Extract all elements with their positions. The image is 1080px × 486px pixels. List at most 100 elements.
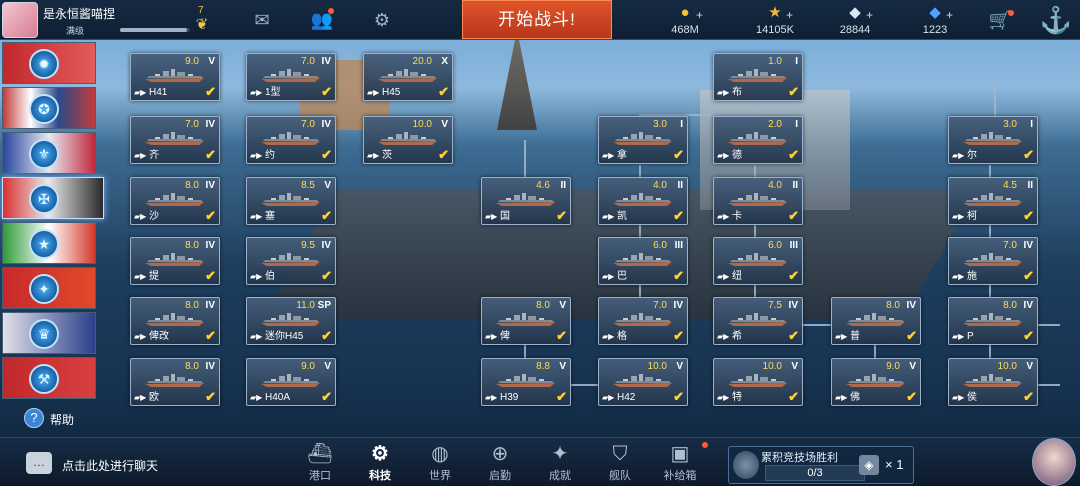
ship-card-sha[interactable]: 8.0 IV ▰▶ 沙 ✔ — [130, 177, 220, 225]
settings-gear-icon[interactable]: ⚙ — [370, 9, 394, 31]
nation-emblem-icon: ✹ — [29, 49, 59, 79]
researched-check-icon: ✔ — [1023, 328, 1034, 343]
ship-type-icon: ▰▶ — [250, 272, 263, 281]
ship-card-de[interactable]: 2.0 I ▰▶ 德 ✔ — [713, 116, 803, 164]
diamond-icon: ◆ — [849, 4, 861, 21]
nav-achievement[interactable]: ✦ 成就 — [532, 442, 588, 486]
nation-tab-1[interactable]: ✹ — [2, 42, 96, 84]
ship-card-qi[interactable]: 7.0 IV ▰▶ 齐 ✔ — [130, 116, 220, 164]
ship-name: 施 — [967, 271, 977, 282]
nation-tab-3[interactable]: ⚜ — [2, 132, 96, 174]
nation-tab-6[interactable]: ✦ — [2, 267, 96, 309]
ship-name: 沙 — [149, 211, 159, 222]
currency-gold-coin[interactable]: ● + 468M — [650, 2, 720, 38]
ship-type-icon: ▰▶ — [602, 272, 615, 281]
ship-card-xi[interactable]: 7.5 IV ▰▶ 希 ✔ — [713, 297, 803, 345]
ship-type-icon: ▰▶ — [835, 332, 848, 341]
ship-card-shi[interactable]: 7.0 IV ▰▶ 施 ✔ — [948, 237, 1038, 285]
ship-card-sai[interactable]: 8.5 V ▰▶ 塞 ✔ — [246, 177, 336, 225]
ship-card-ka[interactable]: 4.0 II ▰▶ 卡 ✔ — [713, 177, 803, 225]
researched-check-icon: ✔ — [1023, 208, 1034, 223]
ship-card-ba[interactable]: 6.0 III ▰▶ 巴 ✔ — [598, 237, 688, 285]
nation-tab-7[interactable]: ♛ — [2, 312, 96, 354]
battleship-icon — [613, 253, 672, 266]
ship-card-te[interactable]: 10.0 V ▰▶ 特 ✔ — [713, 358, 803, 406]
nav-label: 成就 — [549, 470, 571, 482]
add-currency-icon[interactable]: + — [946, 8, 953, 22]
ship-card-h39[interactable]: 8.8 V ▰▶ H39 ✔ — [481, 358, 571, 406]
ship-card-bu[interactable]: 1.0 I ▰▶ 布 ✔ — [713, 53, 803, 101]
ship-name: 侯 — [967, 392, 977, 403]
battleship-icon — [963, 374, 1022, 387]
ship-name: 布 — [732, 87, 742, 98]
arena-task-panel[interactable]: 累积竞技场胜利 0/3 ◈ × 1 — [728, 446, 914, 484]
ship-class: V — [441, 119, 448, 130]
battleship-icon — [963, 253, 1022, 266]
ship-name: 尔 — [967, 150, 977, 161]
help-button[interactable]: ? 帮助 — [24, 408, 94, 430]
currency-star[interactable]: ★ + 14105K — [740, 2, 810, 38]
ship-card-h41[interactable]: 9.0 V ▰▶ H41 ✔ — [130, 53, 220, 101]
ship-card-ge[interactable]: 7.0 IV ▰▶ 格 ✔ — [598, 297, 688, 345]
ship-card-h40a[interactable]: 9.0 V ▰▶ H40A ✔ — [246, 358, 336, 406]
chat-button[interactable]: … 点击此处进行聊天 — [26, 452, 206, 476]
nav-tech[interactable]: ⚙ 科技 — [352, 442, 408, 486]
nation-tab-4-selected[interactable]: ✠ — [2, 177, 104, 219]
battleship-icon — [496, 193, 555, 206]
ship-card-fo[interactable]: 9.0 V ▰▶ 佛 ✔ — [831, 358, 921, 406]
researched-check-icon: ✔ — [321, 84, 332, 99]
ship-card-kai[interactable]: 4.0 II ▰▶ 凯 ✔ — [598, 177, 688, 225]
nav-harbor[interactable]: ⛴ 港口 — [292, 442, 348, 486]
ship-card-pu[interactable]: 8.0 IV ▰▶ 普 ✔ — [831, 297, 921, 345]
ship-name: 俾改 — [149, 331, 169, 342]
add-currency-icon[interactable]: + — [866, 8, 873, 22]
ship-tier: 7.0 — [301, 119, 315, 130]
nav-globe[interactable]: ◍ 世界 — [412, 442, 468, 486]
nation-tab-5[interactable]: ★ — [2, 222, 96, 264]
ship-card-h42[interactable]: 10.0 V ▰▶ H42 ✔ — [598, 358, 688, 406]
researched-check-icon: ✔ — [205, 84, 216, 99]
arena-progress-text: 0/3 — [807, 467, 823, 479]
researched-check-icon: ✔ — [673, 208, 684, 223]
ship-card-yue[interactable]: 7.0 IV ▰▶ 约 ✔ — [246, 116, 336, 164]
ship-class: IV — [1023, 300, 1033, 311]
supply-box-icon: ▣ — [670, 443, 690, 465]
ship-tier: 20.0 — [412, 56, 432, 67]
ship-card-beigai[interactable]: 8.0 IV ▰▶ 俾改 ✔ — [130, 297, 220, 345]
ship-class: II — [1027, 180, 1033, 191]
nation-tab-2[interactable]: ✪ — [2, 87, 96, 129]
add-currency-icon[interactable]: + — [786, 8, 793, 22]
ship-card-bo[interactable]: 9.5 IV ▰▶ 伯 ✔ — [246, 237, 336, 285]
ship-card-ci[interactable]: 10.0 V ▰▶ 茨 ✔ — [363, 116, 453, 164]
ship-card-ou[interactable]: 8.0 IV ▰▶ 欧 ✔ — [130, 358, 220, 406]
researched-check-icon: ✔ — [438, 84, 449, 99]
nav-fleet[interactable]: ⛉ 舰队 — [592, 442, 648, 486]
nation-tab-8[interactable]: ⚒ — [2, 357, 96, 399]
add-currency-icon[interactable]: + — [696, 8, 703, 22]
ship-card-ti[interactable]: 8.0 IV ▰▶ 提 ✔ — [130, 237, 220, 285]
ship-card-p[interactable]: 8.0 IV ▰▶ P ✔ — [948, 297, 1038, 345]
ship-card-type1[interactable]: 7.0 IV ▰▶ 1型 ✔ — [246, 53, 336, 101]
ship-card-er[interactable]: 3.0 I ▰▶ 尔 ✔ — [948, 116, 1038, 164]
ship-type-icon: ▰▶ — [485, 393, 498, 402]
captain-portrait[interactable] — [1032, 438, 1076, 486]
ship-card-bi[interactable]: 8.0 V ▰▶ 俾 ✔ — [481, 297, 571, 345]
currency-diamond[interactable]: ◆ + 28844 — [820, 2, 890, 38]
ship-card-minih45[interactable]: 11.0 SP ▰▶ 迷你H45 ✔ — [246, 297, 336, 345]
ship-card-guo[interactable]: 4.6 II ▰▶ 国 ✔ — [481, 177, 571, 225]
currency-blue-gem[interactable]: ◆ + 1223 — [900, 2, 970, 38]
ship-name: H45 — [382, 87, 401, 98]
start-battle-button[interactable]: 开始战斗! — [462, 0, 612, 39]
ship-tier: 9.0 — [185, 56, 199, 67]
mail-icon[interactable]: ✉ — [250, 9, 274, 31]
ship-card-h45[interactable]: 20.0 X ▰▶ H45 ✔ — [363, 53, 453, 101]
ship-card-niu[interactable]: 6.0 III ▰▶ 纽 ✔ — [713, 237, 803, 285]
player-avatar[interactable] — [2, 2, 38, 38]
nav-supply-box[interactable]: ▣ 补给箱 — [652, 442, 708, 486]
ship-card-hou[interactable]: 10.0 V ▰▶ 侯 ✔ — [948, 358, 1038, 406]
ship-card-ke[interactable]: 4.5 II ▰▶ 柯 ✔ — [948, 177, 1038, 225]
ship-card-na[interactable]: 3.0 I ▰▶ 拿 ✔ — [598, 116, 688, 164]
nav-dispatch[interactable]: ⊕ 启勤 — [472, 442, 528, 486]
anchor-icon[interactable]: ⚓ — [1036, 0, 1076, 44]
ship-class: IV — [321, 119, 331, 130]
